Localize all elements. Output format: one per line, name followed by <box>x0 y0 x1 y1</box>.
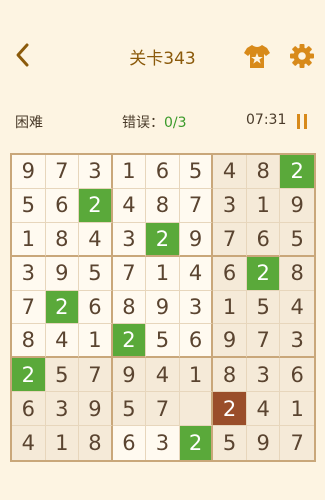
sudoku-cell[interactable]: 5 <box>12 188 46 223</box>
sudoku-cell[interactable]: 2 <box>146 222 180 257</box>
sudoku-cell[interactable]: 4 <box>146 358 180 393</box>
sudoku-cell[interactable]: 2 <box>45 290 80 325</box>
sudoku-cell[interactable]: 8 <box>79 426 113 460</box>
sudoku-cell[interactable]: 8 <box>246 155 281 189</box>
sudoku-cell[interactable]: 4 <box>112 188 147 223</box>
timer: 07:31 <box>246 112 287 128</box>
sudoku-cell[interactable]: 8 <box>12 324 46 359</box>
sudoku-cell[interactable]: 8 <box>112 290 147 325</box>
sudoku-cell[interactable]: 4 <box>45 324 80 359</box>
sudoku-cell[interactable]: 4 <box>179 256 214 291</box>
sudoku-cell[interactable]: 3 <box>45 392 80 427</box>
sudoku-cell[interactable]: 3 <box>112 222 147 257</box>
sudoku-cell[interactable]: 2 <box>112 324 147 359</box>
sudoku-cell[interactable]: 6 <box>45 188 80 223</box>
sudoku-cell[interactable]: 6 <box>280 358 314 393</box>
errors-label: 错误： <box>122 115 164 131</box>
sudoku-cell[interactable]: 5 <box>213 426 247 460</box>
sudoku-cell[interactable]: 4 <box>12 426 46 460</box>
sudoku-cell[interactable]: 7 <box>112 256 147 291</box>
sudoku-cell[interactable]: 1 <box>79 324 113 359</box>
sudoku-cell[interactable]: 1 <box>12 222 46 257</box>
sudoku-cell[interactable]: 2 <box>79 188 113 223</box>
sudoku-cell[interactable]: 7 <box>146 392 180 427</box>
tshirt-star-icon[interactable] <box>243 42 271 70</box>
sudoku-cell[interactable]: 3 <box>246 358 281 393</box>
error-counter: 错误：0/3 <box>122 112 187 132</box>
sudoku-cell[interactable]: 6 <box>179 324 214 359</box>
sudoku-cell[interactable]: 5 <box>45 358 80 393</box>
sudoku-cell[interactable]: 9 <box>146 290 180 325</box>
sudoku-cell[interactable]: 7 <box>45 155 80 189</box>
sudoku-cell[interactable]: 1 <box>246 188 281 223</box>
sudoku-cell[interactable]: 1 <box>213 290 247 325</box>
sudoku-cell[interactable]: 8 <box>280 256 314 291</box>
sudoku-cell[interactable]: 4 <box>213 155 247 189</box>
sudoku-cell[interactable]: 2 <box>280 155 314 189</box>
sudoku-cell[interactable]: 7 <box>79 358 113 393</box>
sudoku-cell[interactable]: 9 <box>213 324 247 359</box>
sudoku-cell[interactable]: 6 <box>146 155 180 189</box>
sudoku-cell[interactable]: 5 <box>179 155 214 189</box>
sudoku-cell[interactable]: 4 <box>79 222 113 257</box>
sudoku-cell[interactable]: 8 <box>146 188 180 223</box>
sudoku-cell[interactable]: 7 <box>213 222 247 257</box>
sudoku-cell[interactable]: 6 <box>213 256 247 291</box>
sudoku-cell[interactable]: 5 <box>280 222 314 257</box>
sudoku-cell[interactable]: 2 <box>213 392 247 427</box>
sudoku-cell[interactable]: 1 <box>45 426 80 460</box>
sudoku-cell[interactable]: 3 <box>12 256 46 291</box>
sudoku-cell[interactable]: 8 <box>213 358 247 393</box>
sudoku-cell[interactable]: 6 <box>79 290 113 325</box>
page-title: 关卡343 <box>129 49 196 69</box>
sudoku-cell[interactable]: 1 <box>146 256 180 291</box>
sudoku-cell[interactable]: 1 <box>179 358 214 393</box>
sudoku-cell[interactable]: 9 <box>112 358 147 393</box>
sudoku-cell[interactable] <box>179 392 214 427</box>
sudoku-cell[interactable]: 2 <box>12 358 46 393</box>
sudoku-cell[interactable]: 7 <box>280 426 314 460</box>
sudoku-cell[interactable]: 9 <box>79 392 113 427</box>
sudoku-cell[interactable]: 3 <box>179 290 214 325</box>
sudoku-cell[interactable]: 1 <box>280 392 314 427</box>
sudoku-cell[interactable]: 1 <box>112 155 147 189</box>
sudoku-board: 9731654825624873191843297653957146287268… <box>10 153 316 462</box>
sudoku-cell[interactable]: 3 <box>146 426 180 460</box>
sudoku-cell[interactable]: 9 <box>179 222 214 257</box>
top-bar: 关卡343 <box>0 0 325 110</box>
errors-value: 0/3 <box>164 115 187 131</box>
sudoku-cell[interactable]: 6 <box>246 222 281 257</box>
status-bar: 困难 错误：0/3 07:31 <box>0 110 325 132</box>
sudoku-cell[interactable]: 9 <box>45 256 80 291</box>
sudoku-cell[interactable]: 5 <box>112 392 147 427</box>
difficulty-label: 困难 <box>15 115 43 131</box>
sudoku-cell[interactable]: 5 <box>79 256 113 291</box>
sudoku-cell[interactable]: 5 <box>146 324 180 359</box>
sudoku-cell[interactable]: 3 <box>213 188 247 223</box>
sudoku-cell[interactable]: 7 <box>179 188 214 223</box>
sudoku-cell[interactable]: 6 <box>113 426 147 460</box>
sudoku-cell[interactable]: 9 <box>12 155 46 189</box>
sudoku-cell[interactable]: 2 <box>179 426 214 460</box>
sudoku-cell[interactable]: 4 <box>246 392 281 427</box>
sudoku-cell[interactable]: 6 <box>12 392 46 427</box>
sudoku-cell[interactable]: 2 <box>246 256 281 291</box>
sudoku-cell[interactable]: 8 <box>45 222 80 257</box>
sudoku-cell[interactable]: 3 <box>280 324 314 359</box>
pause-icon[interactable] <box>296 114 308 129</box>
sudoku-cell[interactable]: 3 <box>79 155 113 189</box>
sudoku-cell[interactable]: 4 <box>280 290 314 325</box>
sudoku-cell[interactable]: 5 <box>246 290 281 325</box>
sudoku-cell[interactable]: 7 <box>246 324 281 359</box>
sudoku-cell[interactable]: 9 <box>246 426 281 460</box>
sudoku-cell[interactable]: 9 <box>280 188 314 223</box>
sudoku-cell[interactable]: 7 <box>12 290 46 325</box>
gear-icon[interactable] <box>288 42 316 70</box>
